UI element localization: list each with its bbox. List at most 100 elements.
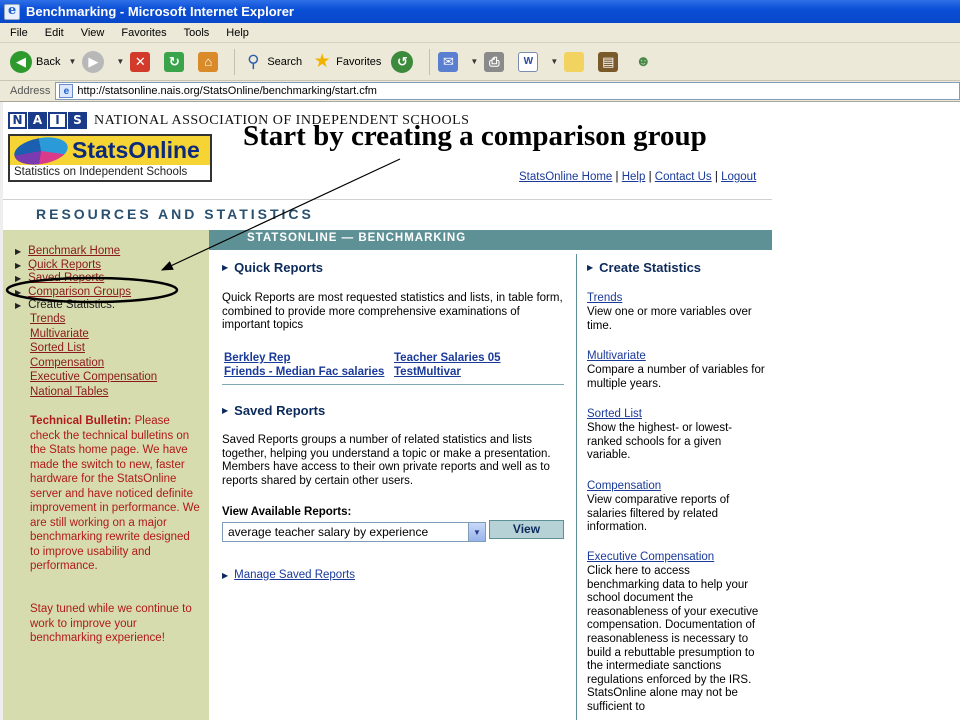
sidebar-sub-sorted-list[interactable]: Sorted List (30, 342, 85, 354)
sidebar-sub-national-tables[interactable]: National Tables (30, 386, 108, 398)
selected-report: average teacher salary by experience (228, 525, 429, 539)
refresh-button[interactable]: ↻ (164, 51, 188, 72)
report-link-berkley-rep[interactable]: Berkley Rep (224, 352, 290, 364)
nais-letters: N A I S (8, 112, 88, 129)
menu-bar: File Edit View Favorites Tools Help (0, 23, 960, 43)
view-button[interactable]: View (489, 520, 564, 539)
address-url: http://statsonline.nais.org/StatsOnline/… (77, 85, 377, 97)
top-links: StatsOnline Home | Help | Contact Us | L… (519, 171, 756, 183)
forward-button[interactable]: ▶ (82, 50, 108, 73)
report-link-friends-median[interactable]: Friends - Median Fac salaries (224, 366, 384, 378)
banner-title: STATSONLINE — BENCHMARKING (247, 232, 467, 244)
menu-file[interactable]: File (10, 27, 28, 39)
triangle-right-icon: ▶ (15, 260, 22, 270)
triangle-right-icon: ▶ (15, 246, 22, 256)
nais-letter: I (48, 112, 67, 129)
saved-reports-select[interactable]: average teacher salary by experience ▼ (222, 522, 486, 542)
section-heading-label: Saved Reports (234, 403, 326, 418)
history-button[interactable]: ↺ (391, 50, 417, 73)
triangle-right-icon: ▶ (222, 263, 229, 272)
triangle-right-icon: ▶ (15, 287, 22, 297)
menu-help[interactable]: Help (226, 27, 249, 39)
address-label: Address (10, 85, 51, 97)
menu-tools[interactable]: Tools (184, 27, 210, 39)
discuss-button[interactable] (564, 51, 588, 72)
star-icon: ★ (313, 51, 331, 72)
divider-line (222, 384, 564, 385)
sidebar-sub-trends[interactable]: Trends (30, 313, 65, 325)
home-button[interactable]: ⌂ (198, 51, 222, 72)
logo-title: StatsOnline (72, 137, 200, 163)
search-icon: ⚲ (247, 51, 260, 71)
back-arrow-icon: ◀ (10, 50, 32, 73)
sidebar-item-comparison-groups[interactable]: ▶ Comparison Groups (15, 286, 131, 298)
statsonline-home-link[interactable]: StatsOnline Home (519, 171, 612, 183)
saved-reports-description: Saved Reports groups a number of related… (222, 434, 551, 487)
word-icon: W (518, 51, 539, 72)
favorites-label: Favorites (336, 55, 382, 68)
sidebar-item-benchmark-home[interactable]: ▶ Benchmark Home (15, 245, 120, 257)
manage-saved-reports-link: Manage Saved Reports (234, 569, 355, 581)
menu-edit[interactable]: Edit (45, 27, 64, 39)
messenger-icon: ☻ (635, 53, 652, 70)
forward-dropdown-icon[interactable]: ▼ (116, 57, 124, 66)
create-statistics-heading: ▶ Create Statistics (587, 260, 701, 275)
create-compensation-desc: View comparative reports of salaries fil… (587, 494, 730, 534)
stop-button[interactable]: ✕ (130, 51, 154, 72)
technical-bulletin: Technical Bulletin: Please check the tec… (30, 414, 200, 574)
print-button[interactable]: ⎙ (484, 51, 508, 72)
chevron-down-icon[interactable]: ▼ (468, 523, 485, 541)
mail-dropdown-icon[interactable]: ▼ (470, 57, 478, 66)
logout-link[interactable]: Logout (721, 171, 756, 183)
sidebar-item-label: Saved Reports (28, 272, 105, 284)
sidebar-item-saved-reports[interactable]: ▶ Saved Reports (15, 272, 104, 284)
quick-reports-description: Quick Reports are most requested statist… (222, 292, 563, 332)
back-dropdown-icon[interactable]: ▼ (68, 57, 76, 66)
create-trends-link[interactable]: Trends (587, 292, 622, 304)
annotation-title: Start by creating a comparison group (243, 120, 707, 152)
search-label: Search (267, 55, 303, 68)
report-link-testmultivar[interactable]: TestMultivar (394, 366, 461, 378)
edit-dropdown-icon[interactable]: ▼ (550, 57, 558, 66)
saved-reports-heading: ▶ Saved Reports (222, 403, 325, 418)
research-button[interactable]: ▤ (598, 51, 622, 72)
menu-favorites[interactable]: Favorites (121, 27, 166, 39)
sidebar-item-quick-reports[interactable]: ▶ Quick Reports (15, 259, 101, 271)
sidebar-sub-executive-compensation[interactable]: Executive Compensation (30, 371, 157, 383)
edit-button[interactable]: W (518, 51, 542, 72)
page-icon: e (59, 84, 74, 98)
mail-icon: ✉ (438, 51, 459, 72)
contact-us-link[interactable]: Contact Us (655, 171, 712, 183)
create-sorted-list-desc: Show the highest- or lowest-ranked schoo… (587, 422, 733, 462)
create-multivariate-link[interactable]: Multivariate (587, 350, 646, 362)
sidebar-sub-compensation[interactable]: Compensation (30, 357, 104, 369)
address-input[interactable]: e http://statsonline.nais.org/StatsOnlin… (55, 82, 960, 100)
link-separator: | (714, 171, 718, 183)
mail-button[interactable]: ✉ (438, 51, 462, 72)
section-title: RESOURCES AND STATISTICS (36, 206, 314, 222)
menu-view[interactable]: View (81, 27, 105, 39)
back-button[interactable]: ◀ Back (10, 50, 60, 73)
column-divider (576, 254, 577, 720)
create-compensation-link[interactable]: Compensation (587, 480, 661, 492)
create-trends-desc: View one or more variables over time. (587, 306, 752, 332)
link-separator: | (615, 171, 619, 183)
page-content: N A I S NATIONAL ASSOCIATION OF INDEPEND… (0, 102, 960, 720)
search-button[interactable]: ⚲ Search (243, 51, 302, 73)
create-executive-compensation-link[interactable]: Executive Compensation (587, 551, 714, 563)
create-sorted-list-link[interactable]: Sorted List (587, 408, 642, 420)
favorites-button[interactable]: ★ Favorites (312, 51, 382, 73)
statsonline-logo[interactable]: StatsOnline Statistics on Independent Sc… (8, 133, 212, 182)
logo-subtitle: Statistics on Independent Schools (14, 166, 188, 178)
sidebar-sub-multivariate[interactable]: Multivariate (30, 328, 89, 340)
toolbar-separator (234, 48, 236, 75)
nais-letter: N (8, 112, 27, 129)
link-separator: | (648, 171, 652, 183)
refresh-icon: ↻ (164, 51, 185, 72)
bulletin-title: Technical Bulletin: (30, 415, 132, 427)
triangle-right-icon: ▶ (587, 263, 594, 272)
help-link[interactable]: Help (622, 171, 646, 183)
messenger-button[interactable]: ☻ (632, 51, 658, 73)
manage-saved-reports[interactable]: ▶ Manage Saved Reports (222, 569, 355, 581)
report-link-teacher-salaries[interactable]: Teacher Salaries 05 (394, 352, 501, 364)
